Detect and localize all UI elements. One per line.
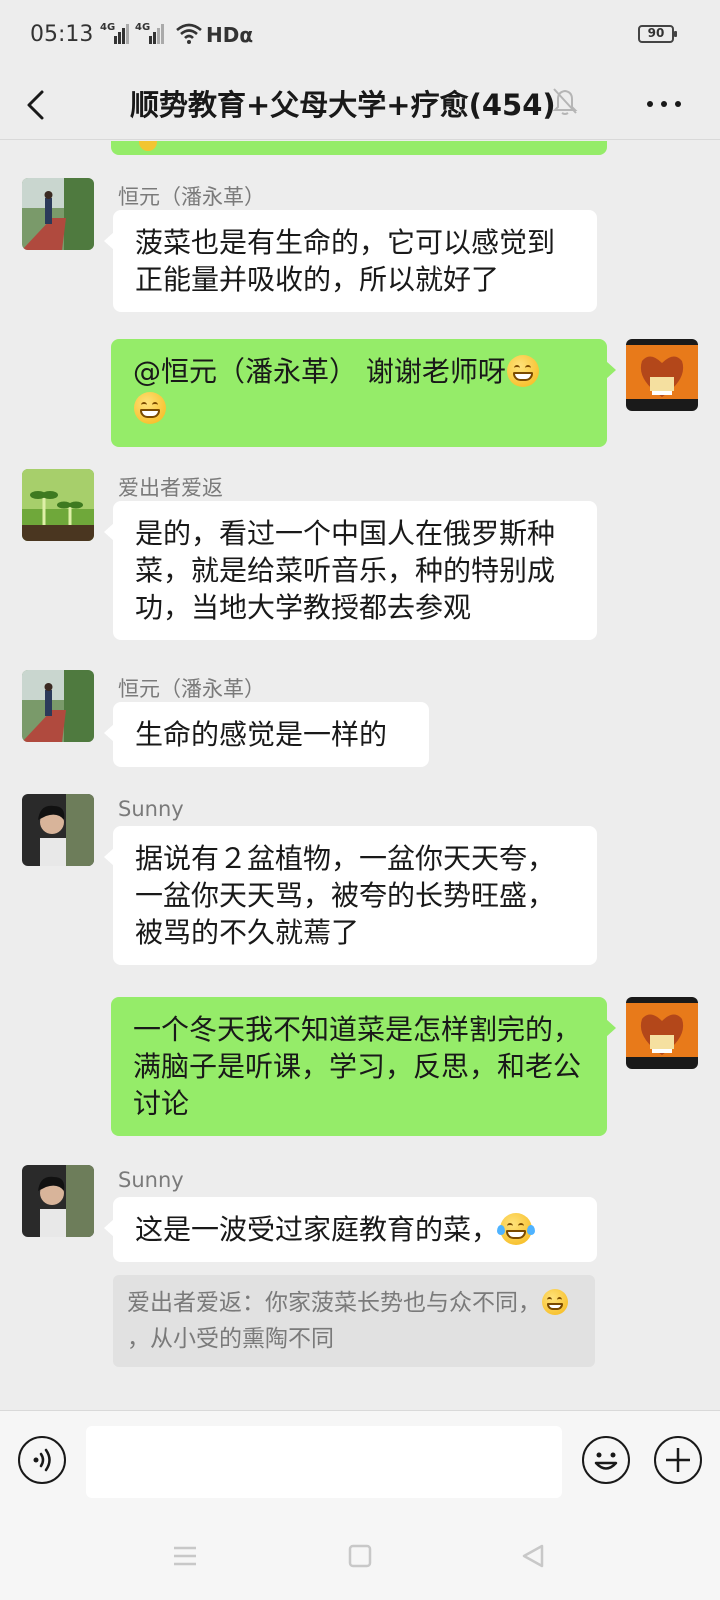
message-bubble-in[interactable]: 是的，看过一个中国人在俄罗斯种菜，就是给菜听音乐，种的特别成功，当地大学教授都去… — [104, 501, 597, 640]
hd-indicator: HDα — [206, 23, 254, 47]
message-text: 一个冬天我不知道菜是怎样割完的，满脑子是听课，学习，反思，和老公讨论 — [133, 1013, 582, 1120]
voice-icon — [33, 1448, 51, 1472]
avatar-image — [22, 178, 94, 250]
avatar-image — [22, 670, 94, 742]
message-text: 是的，看过一个中国人在俄罗斯种菜，就是给菜听音乐，种的特别成功，当地大学教授都去… — [135, 517, 556, 624]
avatar[interactable] — [22, 1165, 94, 1237]
message-text: @恒元（潘永革） 谢谢老师呀 — [133, 355, 506, 388]
grin-emoji — [506, 355, 539, 387]
wifi-icon — [176, 23, 202, 44]
message-bubble-out[interactable]: 一个冬天我不知道菜是怎样割完的，满脑子是听课，学习，反思，和老公讨论 — [111, 997, 616, 1136]
input-bar — [0, 1410, 720, 1600]
status-time: 05:13 — [30, 22, 94, 47]
mute-bell-icon — [552, 88, 578, 115]
emoji-button[interactable] — [582, 1436, 630, 1484]
chat-title: 顺势教育+父母大学+疗愈(454) — [130, 88, 556, 122]
chat-header: 顺势教育+父母大学+疗愈(454) — [0, 70, 720, 140]
message-text: 菠菜也是有生命的，它可以感觉到正能量并吸收的，所以就好了 — [135, 226, 556, 296]
avatar[interactable] — [22, 670, 94, 742]
battery-level: 90 — [647, 26, 665, 40]
tears-of-joy-emoji — [497, 1213, 536, 1245]
message-bubble-in[interactable]: 据说有２盆植物，一盆你天天夸，一盆你天天骂，被夸的长势旺盛，被骂的不久就蔫了 — [104, 826, 597, 965]
message-input[interactable] — [86, 1426, 562, 1498]
quote-text: ，从小受的熏陶不同 — [127, 1326, 334, 1352]
avatar[interactable] — [22, 178, 94, 250]
avatar-image — [22, 1165, 94, 1237]
battery-icon: 90 — [638, 25, 677, 43]
menu-icon[interactable] — [170, 1541, 200, 1571]
sender-name: 恒元（潘永革） — [118, 677, 265, 701]
message-bubble-in[interactable]: 这是一波受过家庭教育的菜， — [104, 1197, 597, 1262]
message-bubble-out[interactable]: @恒元（潘永革） 谢谢老师呀 — [111, 339, 616, 447]
home-icon[interactable] — [345, 1541, 375, 1571]
grin-emoji — [542, 1289, 568, 1315]
sender-name: 恒元（潘永革） — [118, 185, 265, 209]
plus-icon — [666, 1448, 690, 1472]
avatar-image — [22, 469, 94, 541]
grin-emoji — [134, 392, 166, 424]
message-bubble-in[interactable]: 菠菜也是有生命的，它可以感觉到正能量并吸收的，所以就好了 — [104, 210, 597, 312]
avatar-image — [22, 794, 94, 866]
more-icon — [647, 101, 681, 107]
network-type: 4G — [135, 22, 151, 33]
back-icon — [27, 90, 44, 120]
message-text: 这是一波受过家庭教育的菜， — [135, 1213, 500, 1246]
message-bubble-out[interactable] — [111, 141, 607, 155]
status-bar: 05:13 4G 4G HDα 90 — [0, 0, 720, 70]
sender-name: Sunny — [118, 1168, 184, 1192]
avatar-image — [626, 339, 698, 411]
avatar[interactable] — [22, 794, 94, 866]
sender-name: 爱出者爱返 — [118, 476, 223, 500]
quote-text: 爱出者爱返：你家菠菜长势也与众不同， — [127, 1290, 541, 1316]
quoted-message[interactable]: 爱出者爱返：你家菠菜长势也与众不同， ，从小受的熏陶不同 — [113, 1275, 595, 1367]
message-bubble-in[interactable]: 生命的感觉是一样的 — [104, 702, 429, 767]
voice-button[interactable] — [18, 1436, 66, 1484]
sender-name: Sunny — [118, 797, 184, 821]
avatar[interactable] — [22, 469, 94, 541]
emoji-icon — [594, 1452, 618, 1470]
my-avatar[interactable] — [626, 339, 698, 411]
my-avatar[interactable] — [626, 997, 698, 1069]
message-list[interactable]: 恒元（潘永革） 菠菜也是有生命的，它可以感觉到正能量并吸收的，所以就好了 @恒元… — [0, 141, 720, 1411]
avatar-image — [626, 997, 698, 1069]
back-triangle-icon[interactable] — [518, 1541, 548, 1571]
more-functions-button[interactable] — [654, 1436, 702, 1484]
back-button[interactable] — [18, 80, 58, 130]
more-button[interactable] — [640, 84, 688, 124]
system-nav-bar — [0, 1521, 720, 1600]
message-text: 生命的感觉是一样的 — [135, 718, 388, 751]
message-text: 据说有２盆植物，一盆你天天夸，一盆你天天骂，被夸的长势旺盛，被骂的不久就蔫了 — [135, 842, 556, 949]
network-type: 4G — [100, 22, 116, 33]
